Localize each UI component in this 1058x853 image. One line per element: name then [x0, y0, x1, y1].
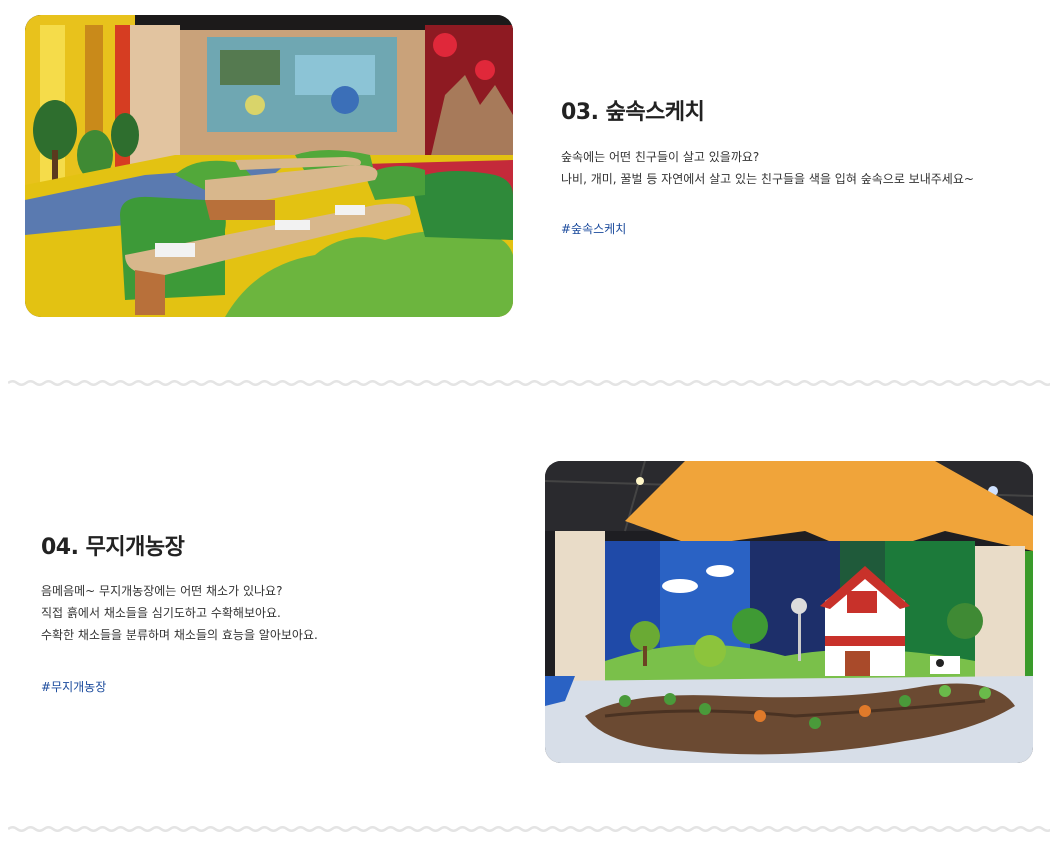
- forest-sketch-title: 03. 숲속스케치: [561, 100, 705, 125]
- rainbow-farm-hashtag[interactable]: #무지개농장: [41, 678, 106, 695]
- rainbow-farm-description: 음메음메~ 무지개농장에는 어떤 채소가 있나요? 직접 흙에서 채소들을 심기…: [41, 580, 318, 646]
- wavy-divider: [8, 380, 1050, 386]
- wave-line: [8, 380, 1050, 386]
- wavy-divider: [8, 826, 1050, 832]
- rainbow-farm-photo: [545, 461, 1033, 763]
- rainbow-farm-title: 04. 무지개농장: [41, 535, 185, 560]
- wave-line: [8, 826, 1050, 832]
- description-line: 음메음메~ 무지개농장에는 어떤 채소가 있나요?: [41, 584, 283, 598]
- description-line: 숲속에는 어떤 친구들이 살고 있을까요?: [561, 150, 760, 164]
- description-line: 수확한 채소들을 분류하며 채소들의 효능을 알아보아요.: [41, 628, 318, 642]
- forest-sketch-description: 숲속에는 어떤 친구들이 살고 있을까요? 나비, 개미, 꿀벌 등 자연에서 …: [561, 146, 974, 190]
- forest-sketch-photo: [25, 15, 513, 317]
- description-line: 나비, 개미, 꿀벌 등 자연에서 살고 있는 친구들을 색을 입혀 숲속으로 …: [561, 172, 974, 186]
- forest-sketch-hashtag[interactable]: #숲속스케치: [561, 220, 626, 237]
- description-line: 직접 흙에서 채소들을 심기도하고 수확해보아요.: [41, 606, 281, 620]
